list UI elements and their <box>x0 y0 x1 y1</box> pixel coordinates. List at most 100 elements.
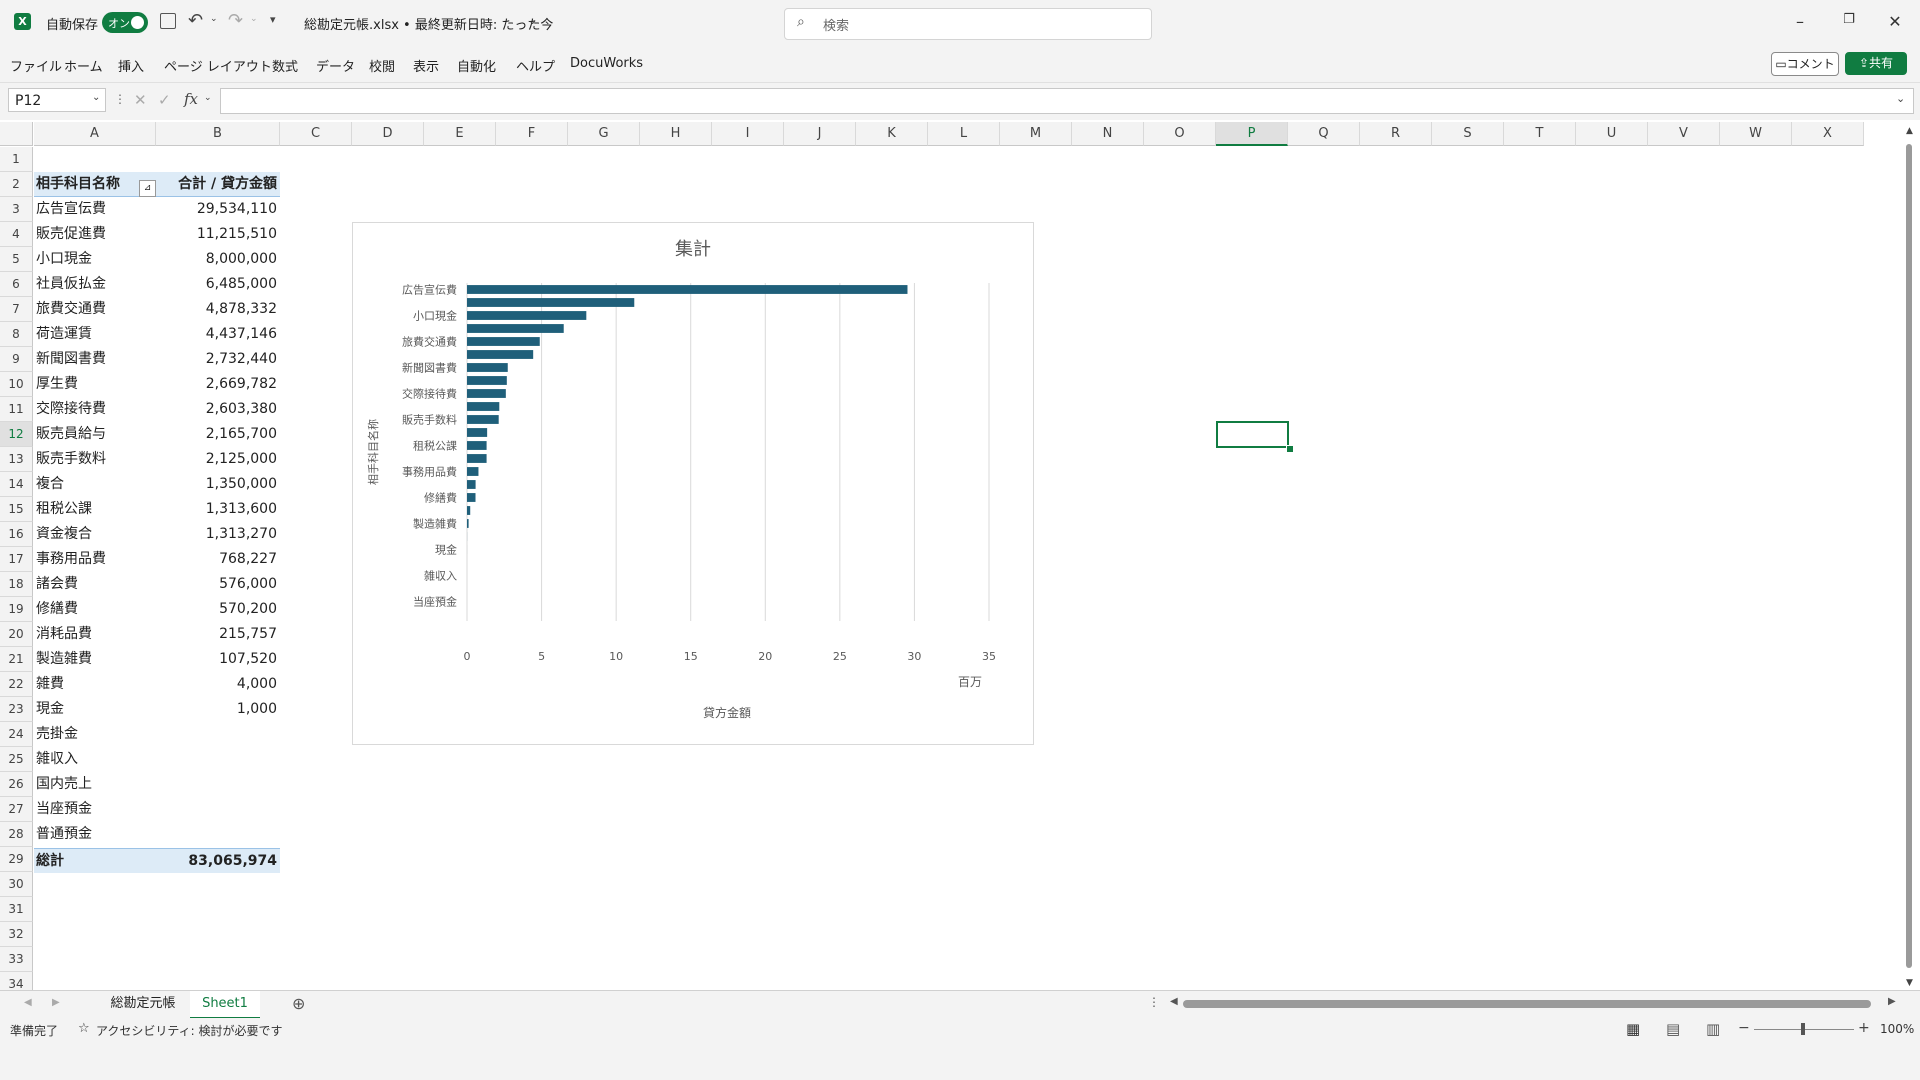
scroll-up-icon[interactable]: ▲ <box>1906 126 1913 136</box>
next-sheet-icon[interactable]: ▶ <box>52 997 60 1008</box>
more-icon[interactable]: ⋮ <box>114 92 126 106</box>
column-header[interactable]: X <box>1792 122 1864 146</box>
column-header[interactable]: L <box>928 122 1000 146</box>
add-sheet-icon[interactable]: ⊕ <box>292 994 305 1013</box>
row-header[interactable]: 16 <box>0 522 33 547</box>
pivot-row-label[interactable]: 当座預金 <box>34 797 156 822</box>
pivot-row-value[interactable]: 4,878,332 <box>156 297 280 322</box>
pivot-row-label[interactable]: 製造雑費 <box>34 647 156 672</box>
pivot-row-label[interactable]: 普通預金 <box>34 822 156 847</box>
restore-icon[interactable]: ❐ <box>1834 12 1864 27</box>
pivot-row-value[interactable]: 768,227 <box>156 547 280 572</box>
page-break-view-icon[interactable]: ▥ <box>1706 1020 1720 1038</box>
pivot-row-value[interactable]: 4,437,146 <box>156 322 280 347</box>
column-header[interactable]: T <box>1504 122 1576 146</box>
customize-qat-icon[interactable]: ▾ <box>270 13 276 26</box>
pivot-header-label[interactable]: 相手科目名称 <box>34 172 156 197</box>
row-header[interactable]: 10 <box>0 372 33 397</box>
pivot-row-label[interactable]: 消耗品費 <box>34 622 156 647</box>
pivot-row-label[interactable]: 修繕費 <box>34 597 156 622</box>
fill-handle[interactable] <box>1286 445 1294 453</box>
pivot-row-label[interactable]: 社員仮払金 <box>34 272 156 297</box>
row-header[interactable]: 20 <box>0 622 33 647</box>
close-icon[interactable]: ✕ <box>1880 12 1910 31</box>
row-header[interactable]: 14 <box>0 472 33 497</box>
save-icon[interactable] <box>160 13 176 29</box>
row-header[interactable]: 12 <box>0 422 33 447</box>
column-header[interactable]: G <box>568 122 640 146</box>
column-header[interactable]: C <box>280 122 352 146</box>
tab-formulas[interactable]: 数式 <box>272 56 298 75</box>
row-header[interactable]: 1 <box>0 147 33 172</box>
column-header[interactable]: K <box>856 122 928 146</box>
cancel-entry-icon[interactable]: ✕ <box>134 91 147 109</box>
pivot-row-value[interactable]: 4,000 <box>156 672 280 697</box>
pivot-row-value[interactable]: 2,669,782 <box>156 372 280 397</box>
row-header[interactable]: 32 <box>0 922 33 947</box>
pivot-row-label[interactable]: 荷造運賃 <box>34 322 156 347</box>
pivot-row-label[interactable]: 売掛金 <box>34 722 156 747</box>
column-header[interactable]: I <box>712 122 784 146</box>
column-header[interactable]: F <box>496 122 568 146</box>
row-header[interactable]: 27 <box>0 797 33 822</box>
select-all-corner[interactable] <box>0 122 33 146</box>
row-header[interactable]: 18 <box>0 572 33 597</box>
vertical-scrollbar-thumb[interactable] <box>1906 144 1912 968</box>
share-button[interactable]: ⇪共有 <box>1845 52 1907 75</box>
redo-icon[interactable]: ↷ <box>228 10 243 31</box>
pivot-row-value[interactable]: 1,313,270 <box>156 522 280 547</box>
fx-dropdown-icon[interactable]: ⌄ <box>204 93 212 103</box>
pivot-filter-icon[interactable]: ⊿ <box>139 180 156 197</box>
comment-button[interactable]: ▭コメント <box>1771 52 1839 76</box>
column-header[interactable]: Q <box>1288 122 1360 146</box>
zoom-level[interactable]: 100% <box>1880 1022 1914 1036</box>
pivot-row-label[interactable]: 旅費交通費 <box>34 297 156 322</box>
pivot-row-value[interactable]: 2,165,700 <box>156 422 280 447</box>
row-header[interactable]: 28 <box>0 822 33 847</box>
column-header[interactable]: J <box>784 122 856 146</box>
column-header[interactable]: O <box>1144 122 1216 146</box>
row-header[interactable]: 21 <box>0 647 33 672</box>
pivot-row-value[interactable]: 29,534,110 <box>156 197 280 222</box>
row-header[interactable]: 30 <box>0 872 33 897</box>
tab-help[interactable]: ヘルプ <box>516 56 555 75</box>
zoom-out-icon[interactable]: − <box>1738 1020 1750 1036</box>
pivot-row-value[interactable]: 1,000 <box>156 697 280 722</box>
pivot-row-label[interactable]: 現金 <box>34 697 156 722</box>
row-header[interactable]: 3 <box>0 197 33 222</box>
row-header[interactable]: 9 <box>0 347 33 372</box>
pivot-row-label[interactable]: 交際接待費 <box>34 397 156 422</box>
pivot-row-label[interactable]: 新聞図書費 <box>34 347 156 372</box>
active-cell-selection[interactable] <box>1216 421 1289 448</box>
tab-data[interactable]: データ <box>316 56 355 75</box>
pivot-row-value[interactable]: 11,215,510 <box>156 222 280 247</box>
pivot-row-value[interactable]: 215,757 <box>156 622 280 647</box>
tab-automate[interactable]: 自動化 <box>457 56 496 75</box>
column-header[interactable]: S <box>1432 122 1504 146</box>
expand-formula-icon[interactable]: ⌄ <box>1896 92 1905 105</box>
tab-home[interactable]: ホーム <box>64 56 103 75</box>
pivot-row-value[interactable]: 1,313,600 <box>156 497 280 522</box>
row-header[interactable]: 24 <box>0 722 33 747</box>
pivot-row-value[interactable] <box>156 797 280 822</box>
pivot-total-label[interactable]: 総計 <box>34 848 156 873</box>
redo-dropdown-icon[interactable]: ⌄ <box>250 14 258 24</box>
pivot-row-label[interactable]: 販売員給与 <box>34 422 156 447</box>
pivot-row-value[interactable]: 107,520 <box>156 647 280 672</box>
pivot-row-value[interactable]: 6,485,000 <box>156 272 280 297</box>
row-header[interactable]: 6 <box>0 272 33 297</box>
column-header[interactable]: R <box>1360 122 1432 146</box>
pivot-row-label[interactable]: 厚生費 <box>34 372 156 397</box>
row-header[interactable]: 11 <box>0 397 33 422</box>
pivot-header-value[interactable]: 合計 / 貸方金額 <box>156 172 280 197</box>
tab-splitter-icon[interactable]: ⋮ <box>1148 995 1160 1009</box>
column-header[interactable]: D <box>352 122 424 146</box>
pivot-row-label[interactable]: 事務用品費 <box>34 547 156 572</box>
scroll-right-icon[interactable]: ▶ <box>1888 996 1896 1007</box>
tab-page-layout[interactable]: ページ レイアウト <box>164 56 272 75</box>
page-layout-view-icon[interactable]: ▤ <box>1666 1020 1680 1038</box>
confirm-entry-icon[interactable]: ✓ <box>158 91 171 109</box>
column-header[interactable]: A <box>34 122 156 146</box>
pivot-row-value[interactable]: 576,000 <box>156 572 280 597</box>
column-header[interactable]: U <box>1576 122 1648 146</box>
